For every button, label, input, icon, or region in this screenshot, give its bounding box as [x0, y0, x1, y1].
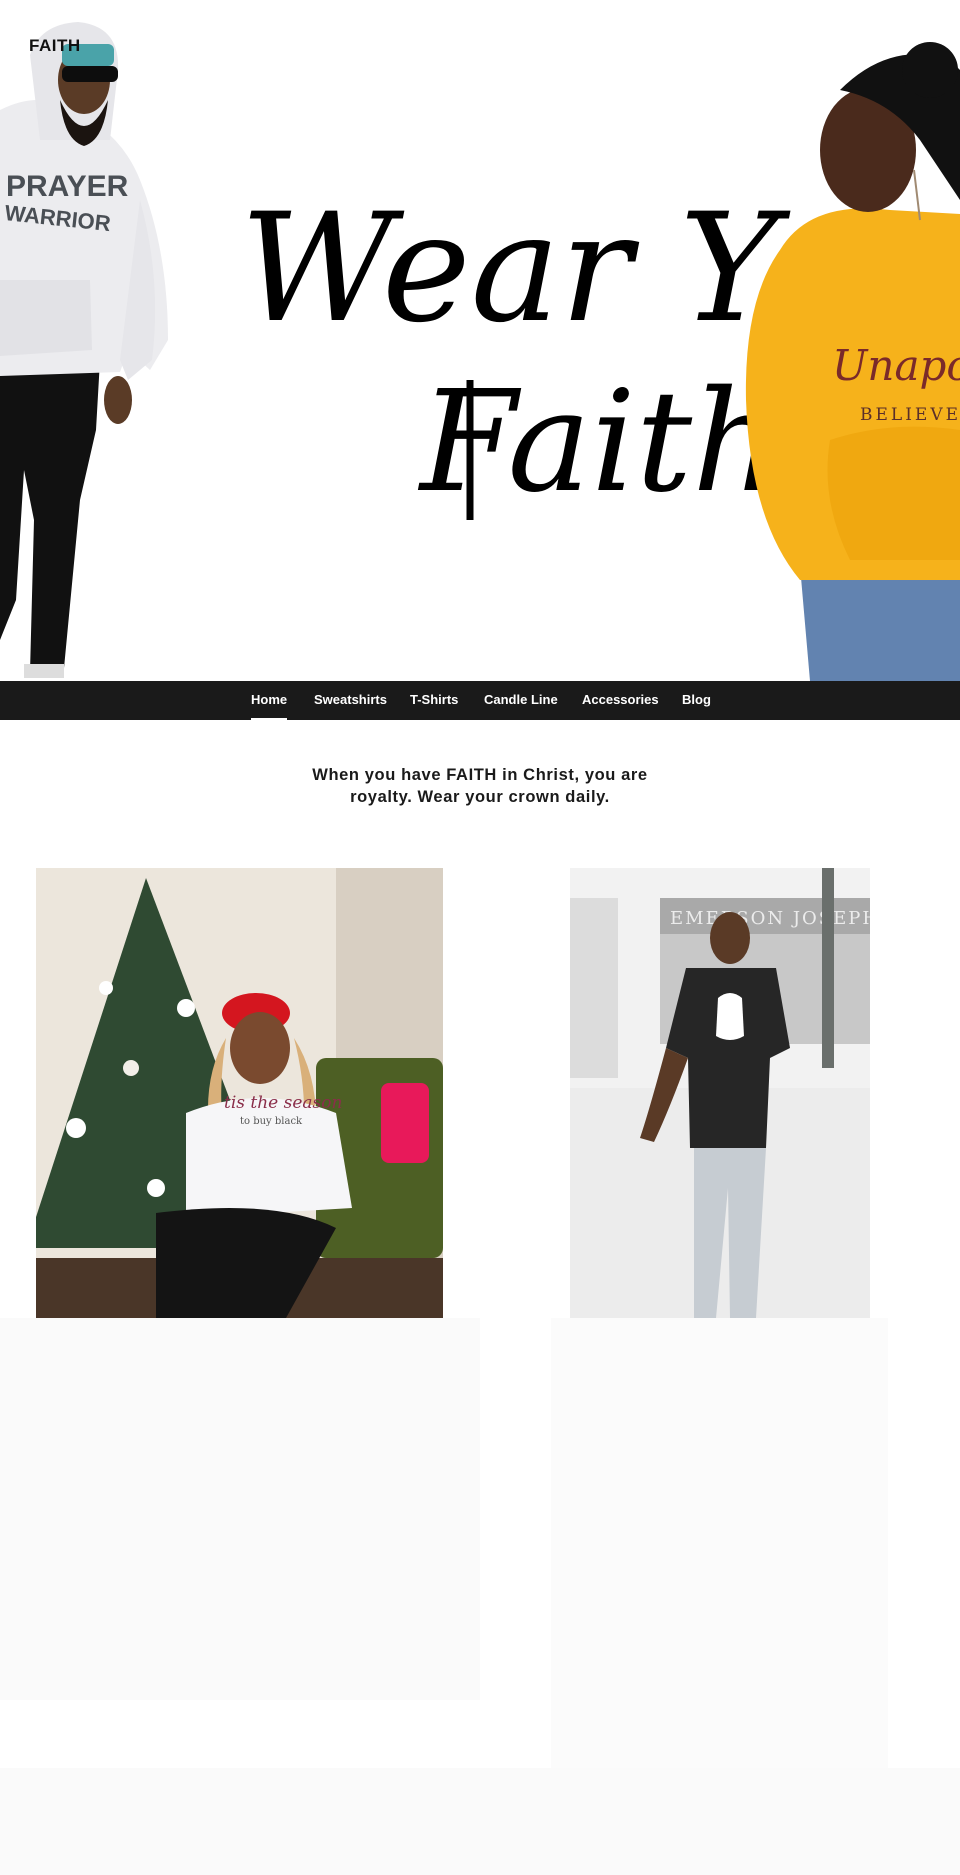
tagline: When you have FAITH in Christ, you are r…: [280, 764, 680, 808]
right-model-shirt-text-2: BELIEVER: [860, 405, 960, 425]
nav-item-candle-line[interactable]: Candle Line: [484, 681, 558, 720]
hero-banner: PRAYER WARRIOR FAITH Wear Your Faith Una…: [0, 0, 960, 681]
raised-fist-icon: EMERSON JOSEPH: [570, 868, 870, 1318]
right-model-image: Unapologe BELIEVER: [745, 42, 960, 681]
footer-placeholder: [0, 1768, 960, 1875]
product-card-placeholder-1: [0, 1318, 480, 1700]
product-1-shirt-text-1: tis the season: [224, 1093, 342, 1113]
nav-item-blog[interactable]: Blog: [682, 681, 711, 720]
product-card-placeholder-2: [551, 1318, 888, 1768]
product-2-sign-text: EMERSON JOSEPH: [670, 908, 870, 929]
right-model-shirt-text-1: Unapologe: [832, 341, 960, 390]
nav-item-accessories[interactable]: Accessories: [582, 681, 659, 720]
nav-item-t-shirts[interactable]: T-Shirts: [410, 681, 458, 720]
christmas-tree-icon: tis the season to buy black: [36, 868, 443, 1318]
main-navigation: Home Sweatshirts T-Shirts Candle Line Ac…: [0, 681, 960, 720]
tagline-line-1: When you have FAITH in Christ, you are: [312, 766, 648, 784]
product-image-sweatshirt[interactable]: tis the season to buy black: [36, 868, 443, 1318]
nav-item-home[interactable]: Home: [251, 681, 288, 720]
nav-item-sweatshirts[interactable]: Sweatshirts: [314, 681, 387, 720]
product-image-tshirt[interactable]: EMERSON JOSEPH: [570, 868, 870, 1318]
product-1-shirt-text-2: to buy black: [240, 1116, 303, 1127]
tagline-line-2: royalty. Wear your crown daily.: [350, 788, 610, 806]
